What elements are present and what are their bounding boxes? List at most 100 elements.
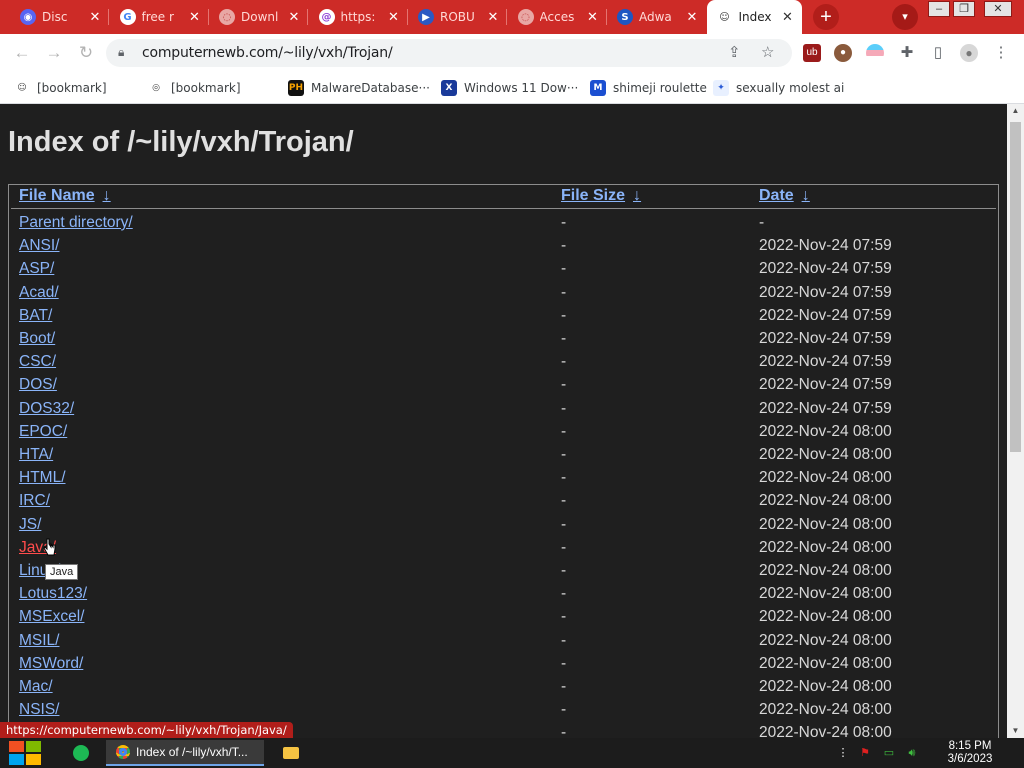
column-header-size[interactable]: File Size ↓ bbox=[561, 187, 641, 209]
tab-4[interactable]: ▶ ROBU ✕ bbox=[408, 0, 507, 34]
scrollbar-thumb[interactable] bbox=[1010, 122, 1021, 452]
tab-6[interactable]: S Adwa ✕ bbox=[607, 0, 706, 34]
tab-close-icon[interactable]: ✕ bbox=[87, 10, 103, 25]
menu-kebab-icon[interactable]: ⋮ bbox=[992, 44, 1010, 62]
file-link[interactable]: HTA/ bbox=[19, 446, 53, 464]
column-header-date[interactable]: Date ↓ bbox=[759, 187, 810, 209]
file-link[interactable]: JS/ bbox=[19, 516, 41, 534]
tab-close-icon[interactable]: ✕ bbox=[780, 10, 796, 25]
tab-label[interactable]: Adwa bbox=[639, 10, 684, 24]
file-size: - bbox=[561, 608, 567, 626]
file-size: - bbox=[561, 214, 567, 231]
column-header-label[interactable]: File Size bbox=[561, 187, 625, 204]
tab-close-icon[interactable]: ✕ bbox=[485, 10, 501, 25]
page-scrollbar[interactable]: ▲ ▼ bbox=[1007, 104, 1024, 738]
bookmark-item[interactable]: ☺ [bookmark] bbox=[14, 78, 106, 98]
bookmark-item[interactable]: X Windows 11 Dow··· bbox=[441, 78, 578, 98]
spotify-taskbar-icon[interactable] bbox=[70, 740, 92, 766]
file-link[interactable]: Acad/ bbox=[19, 284, 59, 302]
tab-3[interactable]: @ https: ✕ bbox=[309, 0, 408, 34]
sort-arrow-icon[interactable]: ↓ bbox=[802, 187, 810, 204]
address-url[interactable]: computernewb.com/~lily/vxh/Trojan/ bbox=[142, 45, 393, 61]
file-link[interactable]: CSC/ bbox=[19, 353, 56, 371]
reload-icon[interactable]: ↻ bbox=[76, 43, 96, 63]
profile-extension-icon[interactable]: ● bbox=[834, 44, 852, 62]
tab-search-button[interactable]: ▾ bbox=[892, 4, 918, 30]
sort-arrow-icon[interactable]: ↓ bbox=[633, 187, 641, 204]
tab-label[interactable]: ROBU bbox=[440, 10, 485, 24]
close-window-button[interactable]: ✕ bbox=[984, 1, 1012, 17]
column-header-label[interactable]: File Name bbox=[19, 187, 95, 204]
file-link[interactable]: ANSI/ bbox=[19, 237, 59, 255]
tab-label[interactable]: Downl bbox=[241, 10, 286, 24]
sort-arrow-icon[interactable]: ↓ bbox=[103, 187, 111, 204]
profile-avatar-icon[interactable]: ● bbox=[960, 44, 978, 62]
flag-extension-icon[interactable] bbox=[866, 44, 884, 62]
side-panel-icon[interactable]: ▯ bbox=[929, 44, 947, 62]
scroll-up-icon[interactable]: ▲ bbox=[1007, 104, 1024, 118]
file-date: 2022-Nov-24 08:00 bbox=[759, 492, 892, 510]
tab-5[interactable]: ◌ Acces ✕ bbox=[508, 0, 607, 34]
tab-0[interactable]: ◉ Disc ✕ bbox=[10, 0, 109, 34]
tab-close-icon[interactable]: ✕ bbox=[585, 10, 601, 25]
bookmark-label: Windows 11 Dow··· bbox=[464, 81, 579, 95]
file-link[interactable]: MSIL/ bbox=[19, 632, 59, 650]
file-link[interactable]: MSExcel/ bbox=[19, 608, 84, 626]
file-size: - bbox=[561, 237, 567, 255]
tab-label[interactable]: free r bbox=[142, 10, 187, 24]
network-icon[interactable]: ▭ bbox=[882, 746, 896, 760]
file-link[interactable]: Mac/ bbox=[19, 678, 53, 696]
file-link[interactable]: Parent directory/ bbox=[19, 214, 133, 232]
new-tab-button[interactable]: + bbox=[813, 4, 839, 30]
share-icon[interactable]: ⇪ bbox=[728, 43, 741, 61]
bookmark-item[interactable]: ✦ sexually molest ai bbox=[713, 78, 844, 98]
header-divider bbox=[11, 208, 996, 209]
action-center-flag-icon[interactable]: ⚑ bbox=[858, 746, 872, 760]
file-link[interactable]: NSIS/ bbox=[19, 701, 59, 719]
file-date: 2022-Nov-24 08:00 bbox=[759, 538, 892, 556]
tab-label[interactable]: Index bbox=[739, 10, 780, 24]
tab-close-icon[interactable]: ✕ bbox=[187, 10, 203, 25]
taskbar-clock[interactable]: 8:15 PM 3/6/2023 bbox=[930, 740, 1010, 766]
file-link[interactable]: BAT/ bbox=[19, 307, 52, 325]
file-link[interactable]: Lotus123/ bbox=[19, 585, 87, 603]
file-explorer-taskbar-icon[interactable] bbox=[280, 740, 302, 766]
bookmark-item[interactable]: ◎ [bookmark] bbox=[148, 78, 240, 98]
tab-close-icon[interactable]: ✕ bbox=[684, 10, 700, 25]
minimize-button[interactable]: – bbox=[928, 1, 950, 17]
file-link[interactable]: MSWord/ bbox=[19, 655, 83, 673]
volume-icon[interactable]: 🔊︎ bbox=[905, 746, 919, 760]
ublock-extension-icon[interactable]: ub bbox=[803, 44, 821, 62]
file-link[interactable]: HTML/ bbox=[19, 469, 66, 487]
address-bar[interactable]: 🔒︎ computernewb.com/~lily/vxh/Trojan/ ⇪ … bbox=[106, 39, 792, 67]
extensions-puzzle-icon[interactable]: ✚ bbox=[898, 44, 916, 62]
bookmark-star-icon[interactable]: ☆ bbox=[761, 43, 774, 61]
forward-icon[interactable]: → bbox=[44, 43, 64, 63]
column-header-label[interactable]: Date bbox=[759, 187, 794, 204]
restore-button[interactable]: ❐ bbox=[953, 1, 975, 17]
column-header-name[interactable]: File Name ↓ bbox=[19, 187, 111, 209]
bookmark-item[interactable]: M shimeji roulette bbox=[590, 78, 707, 98]
file-link[interactable]: EPOC/ bbox=[19, 423, 67, 441]
file-link[interactable]: ASP/ bbox=[19, 260, 54, 278]
windows-start-icon[interactable] bbox=[9, 741, 43, 765]
file-link[interactable]: DOS/ bbox=[19, 376, 57, 394]
scroll-down-icon[interactable]: ▼ bbox=[1007, 724, 1024, 738]
bookmark-item[interactable]: PH MalwareDatabase··· bbox=[288, 78, 430, 98]
tab-1[interactable]: Gfree r ✕ bbox=[110, 0, 209, 34]
tab-7[interactable]: ☺ Index ✕ bbox=[706, 0, 802, 34]
tray-overflow-icon[interactable]: ⋮ bbox=[836, 746, 850, 760]
table-row: Linux/-2022-Nov-24 08:00 bbox=[9, 560, 998, 583]
lock-icon[interactable]: 🔒︎ bbox=[118, 45, 124, 60]
tab-2[interactable]: ◌ Downl ✕ bbox=[209, 0, 308, 34]
tab-close-icon[interactable]: ✕ bbox=[286, 10, 302, 25]
back-icon[interactable]: ← bbox=[12, 43, 32, 63]
tab-label[interactable]: Disc bbox=[42, 10, 87, 24]
file-link[interactable]: Boot/ bbox=[19, 330, 55, 348]
file-link[interactable]: DOS32/ bbox=[19, 400, 74, 418]
tab-label[interactable]: Acces bbox=[540, 10, 585, 24]
tab-label[interactable]: https: bbox=[341, 10, 386, 24]
file-link[interactable]: IRC/ bbox=[19, 492, 50, 510]
chrome-taskbar-button[interactable]: Index of /~lily/vxh/T... bbox=[106, 740, 264, 766]
tab-close-icon[interactable]: ✕ bbox=[386, 10, 402, 25]
